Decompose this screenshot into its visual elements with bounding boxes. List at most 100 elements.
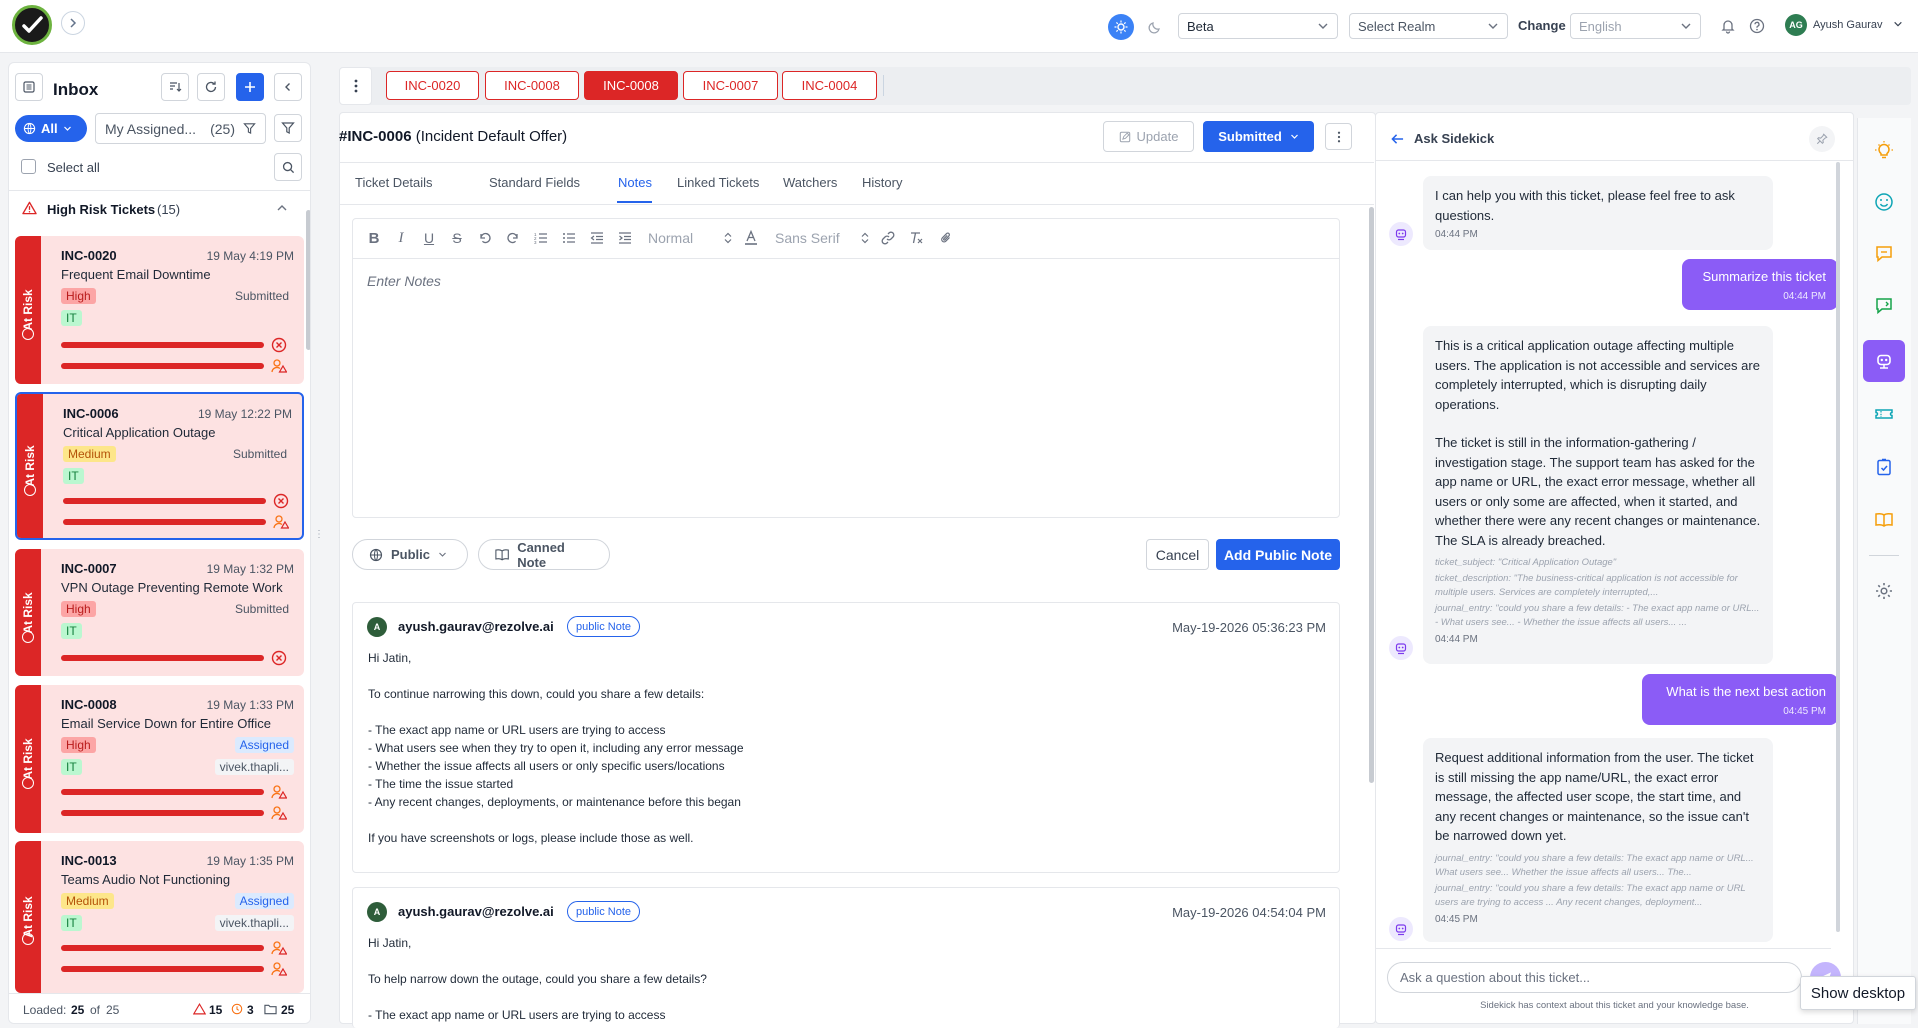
notifications-button[interactable] <box>1718 16 1738 36</box>
note-visibility-tag: public Note <box>567 616 641 637</box>
tab-standard-fields[interactable]: Standard Fields <box>489 175 580 190</box>
update-button[interactable]: Update <box>1103 121 1194 152</box>
sidekick-scrollbar[interactable] <box>1836 162 1840 932</box>
message-text: The ticket is still in the information-g… <box>1435 435 1761 548</box>
ticket-card[interactable]: At Risk INC-0008 19 May 1:33 PM Email Se… <box>15 685 304 833</box>
ticket-tab[interactable]: INC-0004 <box>782 71 877 100</box>
ordered-list-icon[interactable]: 123 <box>532 229 550 247</box>
ticket-tab[interactable]: INC-0020 <box>386 71 479 100</box>
notes-input-placeholder[interactable]: Enter Notes <box>367 273 441 289</box>
ticket-number: #INC-0006 <box>339 128 412 145</box>
status-submitted-button[interactable]: Submitted <box>1203 121 1314 152</box>
pin-button[interactable] <box>1809 126 1835 152</box>
inbox-scrollbar[interactable] <box>306 210 310 350</box>
risk-count: 15 <box>209 1003 223 1017</box>
knowledge-base-button[interactable] <box>1863 499 1905 541</box>
tab-watchers[interactable]: Watchers <box>783 175 837 190</box>
main-scrollbar[interactable] <box>1369 207 1374 783</box>
user-avatar[interactable]: AG <box>1785 14 1807 36</box>
text-color-icon[interactable] <box>742 229 760 247</box>
user-warning-icon <box>271 962 287 976</box>
bold-icon[interactable]: B <box>365 229 383 247</box>
tab-history[interactable]: History <box>862 175 902 190</box>
select-all-checkbox[interactable] <box>21 159 36 174</box>
ticket-card[interactable]: At Risk INC-0020 19 May 4:19 PM Frequent… <box>15 236 304 384</box>
bell-icon <box>1721 20 1735 34</box>
ticket-card-selected[interactable]: At Risk INC-0006 19 May 12:22 PM Critica… <box>15 392 304 540</box>
settings-button[interactable] <box>1863 570 1905 612</box>
user-name[interactable]: Ayush Gaurav <box>1813 19 1883 31</box>
underline-icon[interactable]: U <box>420 229 438 247</box>
redo-icon[interactable] <box>504 229 522 247</box>
sentiment-button[interactable] <box>1863 181 1905 223</box>
indent-icon[interactable] <box>616 229 634 247</box>
undo-icon[interactable] <box>476 229 494 247</box>
ticket-tab-active[interactable]: INC-0008 <box>584 71 678 100</box>
conversation-button[interactable] <box>1863 285 1905 327</box>
attachment-icon[interactable] <box>937 229 955 247</box>
filter-all-button[interactable]: All <box>15 115 87 142</box>
sidekick-button[interactable] <box>1863 340 1905 382</box>
tasks-button[interactable] <box>1863 446 1905 488</box>
high-risk-group-header[interactable]: High Risk Tickets (15) <box>9 191 310 224</box>
context-reference[interactable]: journal_entry: "could you share a few de… <box>1435 852 1761 880</box>
language-select[interactable]: English <box>1570 13 1701 39</box>
context-reference[interactable]: journal_entry: "could you share a few de… <box>1435 602 1761 630</box>
tab-notes[interactable]: Notes <box>618 175 652 190</box>
resize-handle[interactable]: ⋮ <box>314 530 324 549</box>
app-logo[interactable] <box>12 5 52 45</box>
font-select[interactable]: Sans Serif <box>775 229 869 247</box>
insights-button[interactable] <box>1863 129 1905 171</box>
ticket-tab[interactable]: INC-0008 <box>485 71 579 100</box>
context-reference[interactable]: ticket_description: "The business-critic… <box>1435 572 1761 600</box>
bullet-list-icon[interactable] <box>560 229 578 247</box>
clear-format-icon[interactable] <box>907 229 925 247</box>
outdent-icon[interactable] <box>588 229 606 247</box>
ticket-title: Frequent Email Downtime <box>61 267 211 282</box>
tab-linked-tickets[interactable]: Linked Tickets <box>677 175 759 190</box>
more-vertical-icon <box>354 79 357 93</box>
italic-icon[interactable]: I <box>392 229 410 247</box>
risk-minus-icon <box>22 933 34 945</box>
context-reference[interactable]: journal_entry: "could you share a few de… <box>1435 882 1761 910</box>
expand-nav-button[interactable] <box>61 11 85 35</box>
advanced-filter-button[interactable] <box>274 114 302 142</box>
context-reference[interactable]: ticket_subject: "Critical Application Ou… <box>1435 556 1761 570</box>
ticket-card[interactable]: At Risk INC-0013 19 May 1:35 PM Teams Au… <box>15 841 304 993</box>
tab-ticket-details[interactable]: Ticket Details <box>355 175 433 190</box>
tickets-button[interactable] <box>1863 393 1905 435</box>
tab-menu-button[interactable] <box>339 67 372 105</box>
search-button[interactable] <box>274 153 302 181</box>
realm-select[interactable]: Select Realm <box>1349 13 1508 39</box>
canned-note-button[interactable]: Canned Note <box>478 539 610 570</box>
canned-note-label: Canned Note <box>517 539 565 570</box>
risk-label: At Risk <box>21 591 35 634</box>
sort-button[interactable] <box>161 73 189 101</box>
sidekick-question-input[interactable]: Ask a question about this ticket... <box>1387 962 1802 993</box>
message-time: 04:45 PM <box>1783 705 1826 717</box>
chevron-down-icon[interactable] <box>1893 19 1903 29</box>
strikethrough-icon[interactable]: S <box>448 229 466 247</box>
message-text: Summarize this ticket <box>1702 269 1826 284</box>
dark-theme-button[interactable] <box>1142 14 1168 40</box>
author-avatar: A <box>367 617 387 637</box>
ticket-card[interactable]: At Risk INC-0007 19 May 1:32 PM VPN Outa… <box>15 549 304 676</box>
collapse-inbox-button[interactable] <box>274 73 302 101</box>
my-assigned-filter[interactable]: My Assigned... (25) <box>95 113 266 144</box>
comments-button[interactable] <box>1863 233 1905 275</box>
ticket-more-button[interactable] <box>1325 123 1352 150</box>
ticket-tab[interactable]: INC-0007 <box>683 71 778 100</box>
light-theme-button[interactable] <box>1108 14 1134 40</box>
new-ticket-button[interactable] <box>236 73 264 101</box>
notes-editor[interactable] <box>352 218 1340 518</box>
note-line: - The time the issue started <box>368 777 514 791</box>
format-select[interactable]: Normal <box>648 229 732 247</box>
link-icon[interactable] <box>879 229 897 247</box>
cancel-button[interactable]: Cancel <box>1146 539 1209 570</box>
refresh-button[interactable] <box>197 73 225 101</box>
environment-select[interactable]: Beta <box>1178 13 1338 39</box>
inbox-menu-button[interactable] <box>15 73 43 101</box>
add-public-note-button[interactable]: Add Public Note <box>1216 539 1340 570</box>
visibility-select[interactable]: Public <box>352 539 468 570</box>
help-button[interactable] <box>1747 16 1767 36</box>
